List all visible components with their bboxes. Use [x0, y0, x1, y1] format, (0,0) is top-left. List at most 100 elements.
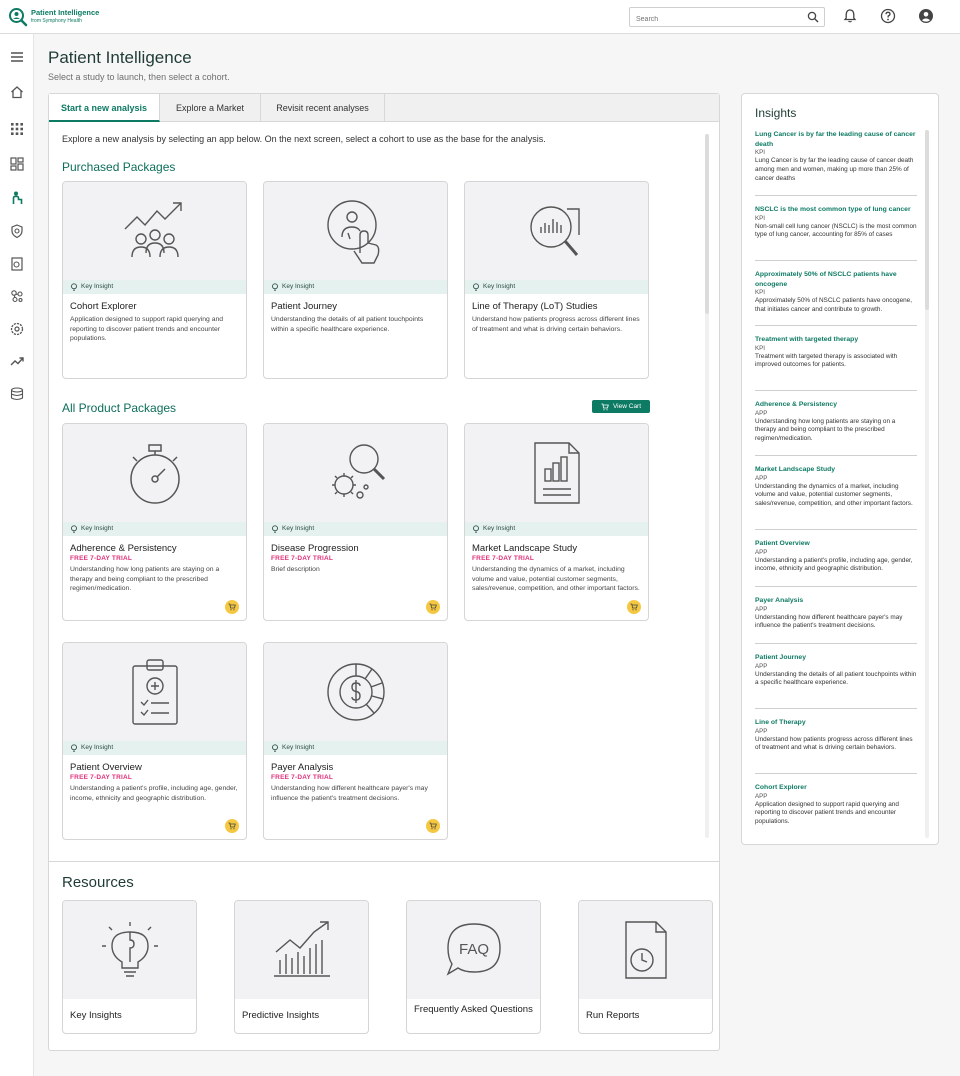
insight-heading[interactable]: Line of Therapy	[755, 718, 917, 728]
insight-heading[interactable]: Cohort Explorer	[755, 783, 917, 793]
lightbulb-icon	[71, 525, 77, 533]
resource-predictive-insights[interactable]: Predictive Insights	[234, 900, 369, 1034]
help-icon[interactable]	[880, 8, 896, 24]
insight-item[interactable]: Line of Therapy APP Understand how patie…	[755, 718, 917, 774]
search-input[interactable]	[630, 10, 800, 29]
database-icon[interactable]	[9, 386, 25, 402]
insight-heading[interactable]: Patient Journey	[755, 653, 917, 663]
insight-heading[interactable]: Lung Cancer is by far the leading cause …	[755, 130, 917, 149]
lightbulb-icon	[272, 744, 278, 752]
add-to-cart-button[interactable]	[426, 819, 440, 833]
insight-item[interactable]: Treatment with targeted therapy KPI Trea…	[755, 335, 917, 391]
insight-description: Understanding the details of all patient…	[755, 670, 917, 687]
insight-heading[interactable]: Patient Overview	[755, 539, 917, 549]
card-patient-journey[interactable]: Key Insight Patient Journey Understandin…	[263, 181, 448, 379]
insight-heading[interactable]: Payer Analysis	[755, 596, 917, 606]
search-icon[interactable]	[807, 11, 819, 23]
search-box[interactable]	[629, 7, 825, 29]
key-insight-label: Key Insight	[282, 525, 315, 532]
insight-item[interactable]: Cohort Explorer APP Application designed…	[755, 783, 917, 833]
cart-icon	[630, 603, 638, 611]
dashboard-icon[interactable]	[9, 156, 25, 172]
trial-badge: FREE 7-DAY TRIAL	[70, 774, 133, 781]
insight-description: Understand how patients progress across …	[755, 735, 913, 752]
card-description: Understand how patients progress across …	[472, 316, 640, 333]
card-title: Line of Therapy (LoT) Studies	[472, 301, 598, 312]
settings-icon[interactable]	[9, 321, 25, 337]
card-line-of-therapy[interactable]: Key Insight Line of Therapy (LoT) Studie…	[464, 181, 649, 379]
tab-recent-analyses[interactable]: Revisit recent analyses	[261, 94, 385, 122]
card-description: Brief description	[271, 566, 320, 573]
tab-start-analysis[interactable]: Start a new analysis	[49, 94, 160, 122]
insight-heading[interactable]: Approximately 50% of NSCLC patients have…	[755, 270, 917, 289]
lightbulb-icon	[272, 283, 278, 291]
trial-badge: FREE 7-DAY TRIAL	[271, 774, 334, 781]
account-icon[interactable]	[918, 8, 934, 24]
card-market-landscape[interactable]: Key Insight Market Landscape Study FREE …	[464, 423, 649, 621]
insight-item[interactable]: Patient Overview APP Understanding a pat…	[755, 539, 917, 587]
add-to-cart-button[interactable]	[426, 600, 440, 614]
patient-icon[interactable]	[9, 190, 25, 206]
add-to-cart-button[interactable]	[627, 600, 641, 614]
insight-description: Understanding a patient's profile, inclu…	[755, 556, 913, 573]
lightbulb-icon	[473, 525, 479, 533]
view-cart-button[interactable]: View Cart	[592, 400, 650, 413]
insight-item[interactable]: Payer Analysis APP Understanding how dif…	[755, 596, 917, 644]
card-image	[465, 424, 648, 522]
add-to-cart-button[interactable]	[225, 600, 239, 614]
network-icon[interactable]	[9, 288, 25, 304]
card-cohort-explorer[interactable]: Key Insight Cohort Explorer Application …	[62, 181, 247, 379]
bell-icon[interactable]	[842, 8, 858, 24]
card-payer-analysis[interactable]: Key Insight Payer Analysis FREE 7-DAY TR…	[263, 642, 448, 840]
add-to-cart-button[interactable]	[225, 819, 239, 833]
scrollbar-thumb[interactable]	[925, 130, 929, 310]
key-insight-label: Key Insight	[81, 283, 114, 290]
resource-key-insights[interactable]: Key Insights	[62, 900, 197, 1034]
insight-type: KPI	[755, 289, 765, 296]
insight-heading[interactable]: Adherence & Persistency	[755, 400, 917, 410]
faq-bubble-icon: FAQ	[446, 923, 501, 976]
menu-icon[interactable]	[9, 49, 25, 65]
insight-item[interactable]: NSCLC is the most common type of lung ca…	[755, 205, 917, 261]
apps-grid-icon[interactable]	[9, 121, 25, 137]
resource-run-reports[interactable]: Run Reports	[578, 900, 713, 1034]
svg-text:FAQ: FAQ	[458, 941, 488, 958]
card-title: Market Landscape Study	[472, 543, 578, 554]
insight-heading[interactable]: NSCLC is the most common type of lung ca…	[755, 205, 917, 215]
dollar-wheel-icon	[326, 663, 385, 721]
all-products-heading: All Product Packages	[62, 401, 177, 415]
insight-item[interactable]: Lung Cancer is by far the leading cause …	[755, 130, 917, 196]
insight-type: APP	[755, 474, 768, 482]
trend-icon[interactable]	[9, 353, 25, 369]
tab-explore-market[interactable]: Explore a Market	[160, 94, 261, 122]
scrollbar-thumb[interactable]	[705, 134, 709, 314]
key-insight-bar: Key Insight	[63, 522, 246, 536]
lightbulb-puzzle-icon	[101, 922, 158, 977]
page-title: Patient Intelligence	[48, 48, 192, 67]
card-adherence-persistency[interactable]: Key Insight Adherence & Persistency FREE…	[62, 423, 247, 621]
insight-heading[interactable]: Treatment with targeted therapy	[755, 335, 917, 345]
insight-item[interactable]: Approximately 50% of NSCLC patients have…	[755, 270, 917, 326]
home-icon[interactable]	[9, 84, 25, 100]
content-scrollbar[interactable]	[705, 134, 709, 838]
card-image	[264, 643, 447, 741]
insight-type: APP	[755, 662, 768, 670]
key-insight-bar: Key Insight	[63, 280, 246, 294]
app-logo[interactable]: Patient Intelligence from Symphony Healt…	[8, 7, 99, 27]
insight-item[interactable]: Adherence & Persistency APP Understandin…	[755, 400, 917, 456]
insight-item[interactable]: Market Landscape Study APP Understanding…	[755, 465, 917, 530]
insights-scrollbar[interactable]	[925, 130, 929, 838]
insight-type: APP	[755, 727, 768, 735]
app-title: Patient Intelligence	[31, 8, 100, 17]
shield-icon[interactable]	[9, 223, 25, 239]
key-insight-label: Key Insight	[483, 283, 516, 290]
card-disease-progression[interactable]: Key Insight Disease Progression FREE 7-D…	[263, 423, 448, 621]
resource-faq[interactable]: FAQ Frequently Asked Questions	[406, 900, 541, 1034]
card-patient-overview[interactable]: Key Insight Patient Overview FREE 7-DAY …	[62, 642, 247, 840]
resource-image	[579, 901, 712, 999]
resource-label: Frequently Asked Questions	[414, 1004, 533, 1015]
report-icon[interactable]	[9, 256, 25, 272]
insight-heading[interactable]: Market Landscape Study	[755, 465, 917, 475]
insight-item[interactable]: Patient Journey APP Understanding the de…	[755, 653, 917, 709]
bar-chart-growth-icon	[273, 921, 330, 977]
